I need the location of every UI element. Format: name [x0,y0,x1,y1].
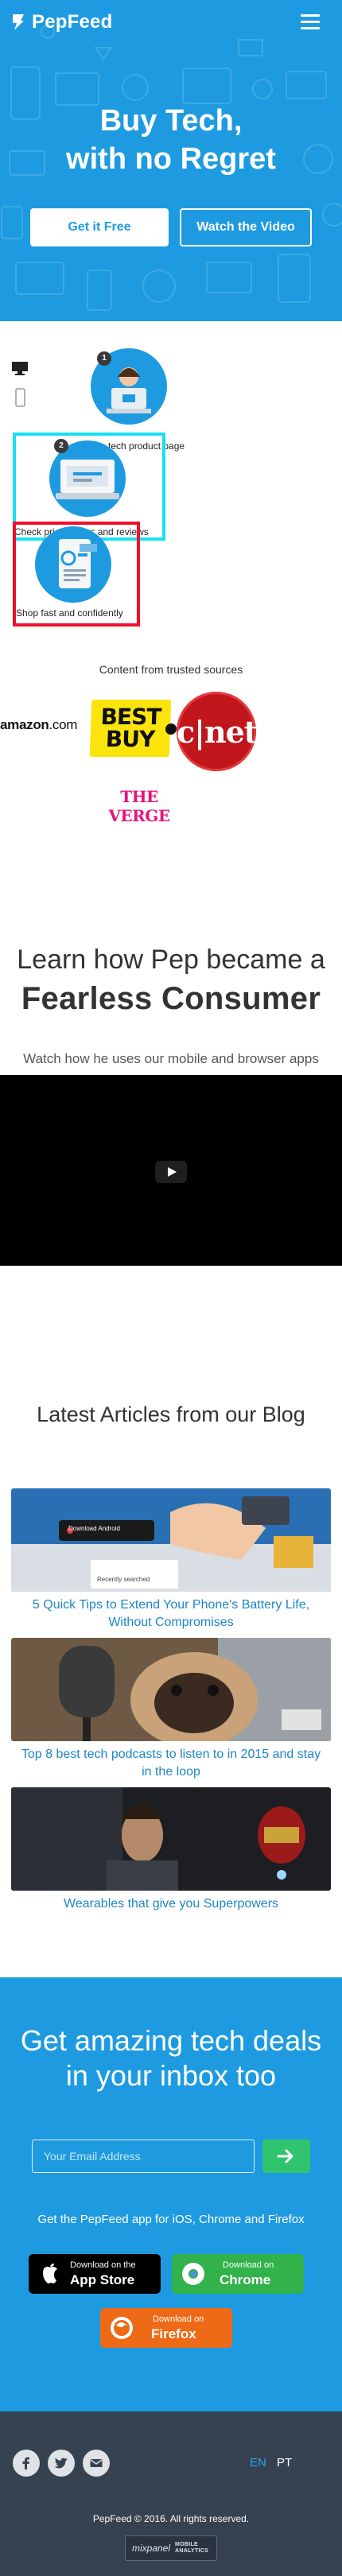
get-it-free-button[interactable]: Get it Free [30,208,169,246]
app-store-button[interactable]: Download on the App Store [29,2254,161,2294]
firefox-store-button[interactable]: Download on Firefox [100,2308,232,2348]
mixpanel-badge[interactable]: mixpanel MOBILE ANALYTICS [125,2535,217,2561]
hero-title-line2: with no Regret [66,142,276,176]
newsletter-submit-button[interactable] [262,2140,310,2173]
newsletter-title: Get amazing tech deals in your inbox too [20,2024,322,2092]
firefox-big-label: Firefox [151,2326,196,2341]
app-store-small-label: Download on the [70,2260,136,2270]
apps-text: Get the PepFeed app for iOS, Chrome and … [37,2213,305,2226]
article-3-image[interactable] [11,1787,331,1891]
learn-subtitle: Watch how he uses our mobile and browser… [23,1051,319,1066]
mixpanel-name: mixpanel [132,2543,171,2554]
firefox-icon [111,2317,133,2339]
article-3-link[interactable]: Wearables that give you Superpowers [16,1895,326,1913]
cnet-logo-text: c|net [177,714,258,750]
amazon-logo: amazon.com [0,717,77,733]
newsletter-section: Get amazing tech deals in your inbox too… [0,1977,342,2411]
mobile-icon[interactable] [11,388,29,407]
language-pt[interactable]: PT [277,2456,292,2469]
pepfeed-logo-icon [11,13,25,32]
mixpanel-tag-1: MOBILE [175,2542,199,2547]
brand-logo[interactable]: PepFeed [11,10,112,35]
brand-name: PepFeed [32,11,113,33]
chrome-icon [182,2263,204,2285]
twitter-icon[interactable] [48,2450,75,2477]
arrow-right-icon [277,2149,293,2163]
step-1-number: 1 [97,351,111,366]
top-navbar: PepFeed [0,0,342,45]
step-3-highlight [13,522,140,627]
email-icon[interactable] [83,2450,110,2477]
article-2-link[interactable]: Top 8 best tech podcasts to listen to in… [16,1746,326,1781]
menu-icon[interactable] [301,14,320,30]
watch-video-button[interactable]: Watch the Video [180,208,312,246]
bestbuy-logo-line2: BUY [105,726,155,752]
bestbuy-tag-shape [165,724,177,735]
apple-icon [43,2264,57,2283]
bestbuy-logo: BEST BUY [89,700,177,757]
article-1-link[interactable]: 5 Quick Tips to Extend Your Phone's Batt… [16,1596,326,1631]
chrome-store-button[interactable]: Download on Chrome [172,2254,304,2294]
language-en[interactable]: EN [250,2456,266,2469]
how-it-works-section: 1 tech product page 2 Check price, specs… [0,321,342,941]
article-1-image[interactable]: Download Android Recently searched [11,1488,331,1592]
mixpanel-tagline: MOBILE ANALYTICS [175,2542,208,2555]
the-verge-logo: THE VERGE [108,787,170,825]
amazon-logo-name: amazon [0,717,49,732]
mixpanel-tag-2: ANALYTICS [175,2548,209,2554]
trusted-sources-text: Content from trusted sources [99,663,243,676]
chrome-big-label: Chrome [220,2272,271,2287]
video-player[interactable] [0,1075,342,1266]
cnet-logo: c|net [177,692,258,771]
learn-heading-line1: Learn how Pep became a [17,945,325,975]
facebook-icon[interactable] [13,2450,40,2477]
app-store-big-label: App Store [70,2272,135,2287]
hero-section: PepFeed Buy Tech, with no Regret Get it … [0,0,342,321]
hero-title: Buy Tech, with no Regret [0,102,342,178]
blog-section-title: Latest Articles from our Blog [37,1402,305,1426]
learn-heading-line2: Fearless Consumer [21,981,321,1016]
chrome-small-label: Download on [223,2260,274,2270]
play-icon[interactable] [155,1161,187,1183]
footer: EN PT PepFeed © 2016. All rights reserve… [0,2411,342,2576]
email-input[interactable] [32,2140,255,2173]
article-1-overlay-android: Download Android [68,1525,120,1532]
hero-title-line1: Buy Tech, [99,104,243,138]
firefox-small-label: Download on [153,2314,204,2324]
amazon-logo-tld: .com [49,717,78,732]
copyright-text: PepFeed © 2016. All rights reserved. [92,2513,250,2524]
article-1-overlay-recent: Recently searched [97,1576,150,1583]
article-2-image[interactable] [11,1638,331,1741]
desktop-icon[interactable] [11,361,29,375]
